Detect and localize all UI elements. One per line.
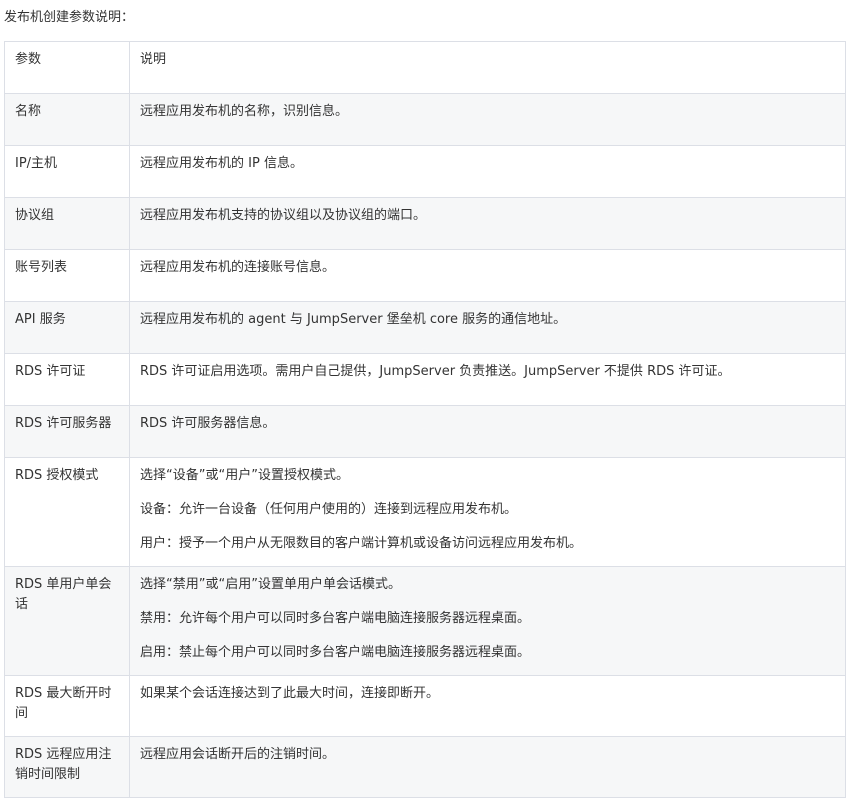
header-description: 说明 — [129, 41, 846, 94]
table-header-row: 参数 说明 — [4, 41, 846, 94]
description-cell: 远程应用发布机的 IP 信息。 — [129, 145, 846, 198]
description-line: 远程应用会话断开后的注销时间。 — [140, 747, 336, 762]
document-page: 发布机创建参数说明： 参数 说明 名称 远程应用发布机的名称，识别信息。 IP/主机… — [0, 0, 852, 798]
description-cell: RDS 许可证启用选项。需用户自己提供，JumpServer 负责推送。Jump… — [129, 353, 846, 406]
description-cell: 远程应用发布机的名称，识别信息。 — [129, 93, 846, 146]
table-row: 账号列表 远程应用发布机的连接账号信息。 — [4, 249, 846, 302]
description-cell: 选择“禁用”或“启用”设置单用户单会话模式。禁用：允许每个用户可以同时多台客户端… — [129, 566, 846, 676]
param-cell: RDS 许可证 — [4, 353, 130, 406]
param-cell: 名称 — [4, 93, 130, 146]
description-cell: 远程应用发布机支持的协议组以及协议组的端口。 — [129, 197, 846, 250]
param-cell: RDS 最大断开时间 — [4, 675, 130, 737]
table-row: RDS 许可服务器 RDS 许可服务器信息。 — [4, 405, 846, 458]
table-row: RDS 单用户单会话 选择“禁用”或“启用”设置单用户单会话模式。禁用：允许每个用… — [4, 566, 846, 676]
table-body: 名称 远程应用发布机的名称，识别信息。 IP/主机 远程应用发布机的 IP 信息。 协议… — [4, 93, 846, 798]
table-row: RDS 许可证 RDS 许可证启用选项。需用户自己提供，JumpServer 负责… — [4, 353, 846, 406]
table-row: 名称 远程应用发布机的名称，识别信息。 — [4, 93, 846, 146]
description-cell: 远程应用发布机的连接账号信息。 — [129, 249, 846, 302]
param-cell: RDS 单用户单会话 — [4, 566, 130, 676]
parameters-table: 参数 说明 名称 远程应用发布机的名称，识别信息。 IP/主机 远程应用发布机的 IP… — [4, 41, 846, 798]
table-row: IP/主机 远程应用发布机的 IP 信息。 — [4, 145, 846, 198]
param-cell: RDS 许可服务器 — [4, 405, 130, 458]
description-line: 远程应用发布机的 agent 与 JumpServer 堡垒机 core 服务的… — [140, 312, 567, 327]
description-line: RDS 许可服务器信息。 — [140, 416, 276, 431]
param-cell: API 服务 — [4, 301, 130, 354]
description-line: 启用：禁止每个用户可以同时多台客户端电脑连接服务器远程桌面。 — [140, 645, 531, 660]
description-line: 远程应用发布机的名称，识别信息。 — [140, 104, 349, 119]
param-cell: 协议组 — [4, 197, 130, 250]
description-line: 远程应用发布机的 IP 信息。 — [140, 156, 303, 171]
description-line: 选择“禁用”或“启用”设置单用户单会话模式。 — [140, 577, 401, 592]
description-cell: 远程应用发布机的 agent 与 JumpServer 堡垒机 core 服务的… — [129, 301, 846, 354]
description-line: 用户：授予一个用户从无限数目的客户端计算机或设备访问远程应用发布机。 — [140, 536, 583, 551]
param-cell: RDS 授权模式 — [4, 457, 130, 567]
header-param: 参数 — [4, 41, 130, 94]
table-row: RDS 远程应用注销时间限制 远程应用会话断开后的注销时间。 — [4, 736, 846, 798]
description-line: RDS 许可证启用选项。需用户自己提供，JumpServer 负责推送。Jump… — [140, 364, 731, 379]
description-cell: 远程应用会话断开后的注销时间。 — [129, 736, 846, 798]
description-line: 如果某个会话连接达到了此最大时间，连接即断开。 — [140, 686, 440, 701]
param-cell: RDS 远程应用注销时间限制 — [4, 736, 130, 798]
table-row: API 服务 远程应用发布机的 agent 与 JumpServer 堡垒机 co… — [4, 301, 846, 354]
description-line: 远程应用发布机的连接账号信息。 — [140, 260, 336, 275]
description-line: 设备：允许一台设备（任何用户使用的）连接到远程应用发布机。 — [140, 502, 518, 517]
description-line: 禁用：允许每个用户可以同时多台客户端电脑连接服务器远程桌面。 — [140, 611, 531, 626]
description-line: 选择“设备”或“用户”设置授权模式。 — [140, 468, 349, 483]
intro-text: 发布机创建参数说明： — [4, 10, 135, 25]
description-line: 远程应用发布机支持的协议组以及协议组的端口。 — [140, 208, 427, 223]
description-cell: 选择“设备”或“用户”设置授权模式。设备：允许一台设备（任何用户使用的）连接到远… — [129, 457, 846, 567]
description-cell: 如果某个会话连接达到了此最大时间，连接即断开。 — [129, 675, 846, 737]
table-row: RDS 最大断开时间 如果某个会话连接达到了此最大时间，连接即断开。 — [4, 675, 846, 737]
table-row: 协议组 远程应用发布机支持的协议组以及协议组的端口。 — [4, 197, 846, 250]
param-cell: IP/主机 — [4, 145, 130, 198]
param-cell: 账号列表 — [4, 249, 130, 302]
table-row: RDS 授权模式 选择“设备”或“用户”设置授权模式。设备：允许一台设备（任何用户… — [4, 457, 846, 567]
description-cell: RDS 许可服务器信息。 — [129, 405, 846, 458]
